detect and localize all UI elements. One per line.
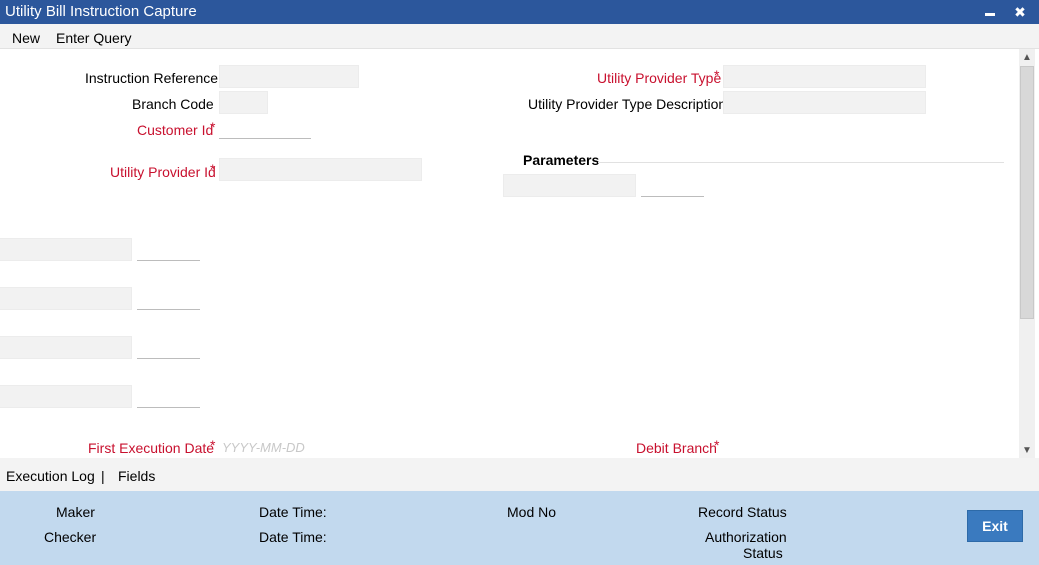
scroll-thumb[interactable] — [1020, 66, 1034, 319]
parameter-name-field[interactable] — [0, 287, 132, 310]
parameter-value-input[interactable] — [137, 385, 200, 408]
enter-query-button[interactable]: Enter Query — [56, 30, 131, 46]
utility-provider-type-label: Utility Provider Type — [597, 70, 722, 86]
parameter-value-input[interactable] — [137, 287, 200, 310]
record-status-label: Record Status — [698, 504, 787, 520]
checker-label: Checker — [44, 529, 97, 545]
vertical-scrollbar[interactable]: ▲ ▼ — [1019, 49, 1035, 458]
maker-date-time-label: Date Time: — [259, 504, 327, 520]
section-divider — [598, 162, 1004, 163]
utility-provider-type-input[interactable] — [723, 65, 926, 88]
fields-tab[interactable]: Fields — [118, 468, 155, 484]
required-marker: * — [210, 437, 216, 453]
authorization-status-label: Status — [743, 545, 783, 561]
scroll-down-icon[interactable]: ▼ — [1019, 442, 1035, 458]
new-button[interactable]: New — [12, 30, 40, 46]
toolbar: New Enter Query — [0, 24, 1039, 49]
instruction-reference-label: Instruction Reference — [85, 70, 219, 86]
branch-code-label: Branch Code — [132, 96, 214, 112]
first-execution-date-input[interactable]: YYYY-MM-DD — [222, 440, 305, 455]
exit-button[interactable]: Exit — [967, 510, 1023, 542]
debit-branch-label: Debit Branch — [636, 440, 717, 456]
form-content: Instruction Reference Branch Code Custom… — [0, 49, 1019, 458]
tab-separator: | — [101, 468, 105, 484]
first-execution-date-label: First Execution Date — [88, 440, 215, 456]
utility-provider-id-input[interactable] — [219, 158, 422, 181]
parameter-name-field[interactable] — [0, 238, 132, 261]
required-marker: * — [714, 67, 720, 83]
instruction-reference-input[interactable] — [219, 65, 359, 88]
utility-provider-type-description-label: Utility Provider Type Description — [528, 96, 727, 112]
required-marker: * — [714, 437, 720, 453]
subscreen-tabbar: Execution Log | Fields — [0, 458, 1039, 491]
branch-code-input[interactable] — [219, 91, 268, 114]
maker-label: Maker — [56, 504, 95, 520]
close-icon[interactable]: ✖ — [1009, 0, 1031, 24]
utility-provider-id-label: Utility Provider Id — [110, 164, 216, 180]
customer-id-label: Customer Id — [137, 122, 214, 138]
parameter-name-field[interactable] — [0, 385, 132, 408]
scroll-up-icon[interactable]: ▲ — [1019, 49, 1035, 65]
mod-no-label: Mod No — [507, 504, 557, 520]
parameter-name-field[interactable] — [0, 336, 132, 359]
parameter-name-field[interactable] — [503, 174, 636, 197]
utility-provider-type-description-input[interactable] — [723, 91, 926, 114]
window-title: Utility Bill Instruction Capture — [5, 3, 197, 20]
window-titlebar: Utility Bill Instruction Capture ✖ — [0, 0, 1039, 24]
parameters-section-title: Parameters — [523, 152, 600, 168]
execution-log-tab[interactable]: Execution Log — [6, 468, 95, 484]
parameter-value-input[interactable] — [641, 174, 704, 197]
checker-date-time-label: Date Time: — [259, 529, 327, 545]
required-marker: * — [210, 119, 216, 135]
parameter-value-input[interactable] — [137, 336, 200, 359]
parameter-value-input[interactable] — [137, 238, 200, 261]
minimize-icon[interactable] — [979, 0, 1001, 24]
authorization-label: Authorization — [705, 529, 787, 545]
audit-footer: Maker Checker Date Time: Date Time: Mod … — [0, 491, 1039, 565]
required-marker: * — [210, 161, 216, 177]
customer-id-input[interactable] — [219, 116, 311, 139]
